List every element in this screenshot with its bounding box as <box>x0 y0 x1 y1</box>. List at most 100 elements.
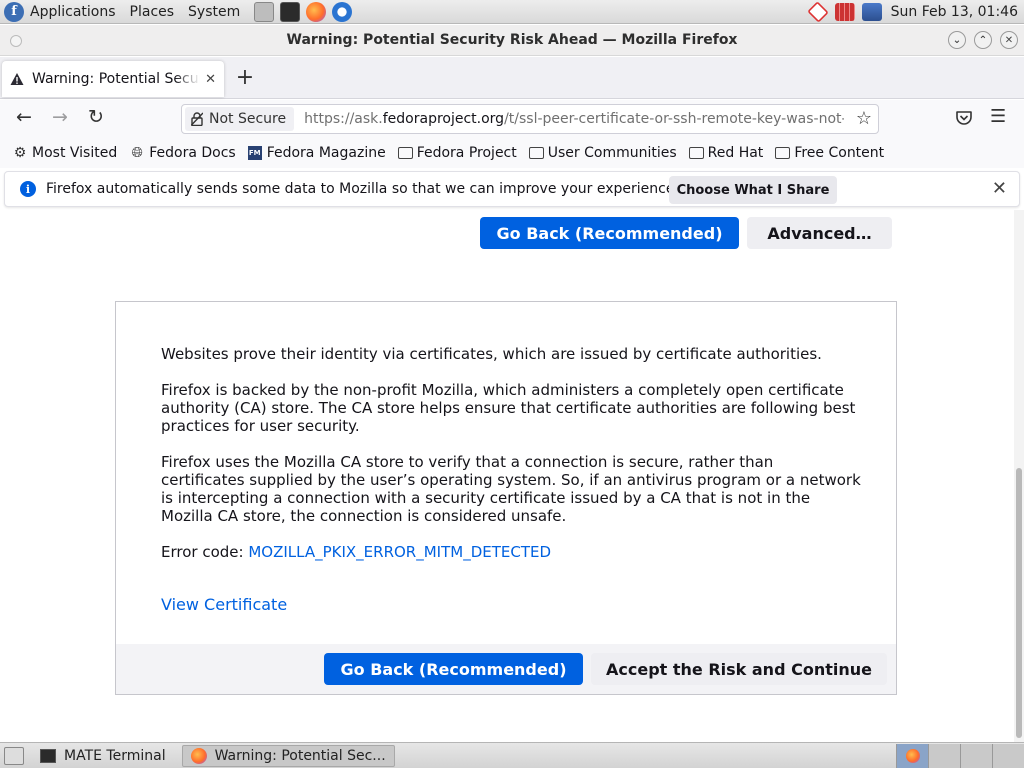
taskbar-item-firefox[interactable]: Warning: Potential Sec... <box>181 744 395 767</box>
taskbar-item-label: MATE Terminal <box>64 747 166 764</box>
terminal-launcher-icon[interactable] <box>280 1 301 22</box>
forward-arrow-icon[interactable]: → <box>46 106 74 128</box>
footer-go-back-button[interactable]: Go Back (Recommended) <box>324 653 583 685</box>
globe-icon: 🌐︎ <box>131 145 143 161</box>
new-tab-button[interactable]: + <box>234 65 256 90</box>
bookmark-label: User Communities <box>547 145 677 161</box>
top-panel: f Applications Places System Sun Feb 13,… <box>0 0 1024 24</box>
close-icon[interactable]: ✕ <box>992 178 1007 199</box>
explanation-paragraph: Firefox is backed by the non-profit Mozi… <box>161 381 856 435</box>
not-secure-label: Not Secure <box>209 111 287 127</box>
workspace-2[interactable] <box>928 744 960 768</box>
taskbar-item-terminal[interactable]: MATE Terminal <box>32 745 174 767</box>
choose-what-i-share-button[interactable]: Choose What I Share <box>669 176 837 204</box>
bookmark-label: Free Content <box>794 145 885 161</box>
bookmark-fedora-project[interactable]: Fedora Project <box>397 145 517 161</box>
advanced-button[interactable]: Advanced… <box>747 217 892 249</box>
url-path: /t/ssl-peer-certificate-or-ssh-remote-ke… <box>504 111 845 127</box>
page-content: Go Back (Recommended) Advanced… Websites… <box>0 210 1014 742</box>
workspace-4[interactable] <box>992 744 1024 768</box>
bookmark-most-visited[interactable]: ⚙ Most Visited <box>12 145 118 161</box>
tab-close-icon[interactable]: ✕ <box>205 72 216 87</box>
firefox-icon <box>190 747 207 764</box>
navigation-bar: ← → ↻ Not Secure https://ask.fedoraproje… <box>0 100 1024 138</box>
go-back-button[interactable]: Go Back (Recommended) <box>480 217 739 249</box>
bookmark-user-communities[interactable]: User Communities <box>528 145 677 161</box>
error-code-line: Error code: MOZILLA_PKIX_ERROR_MITM_DETE… <box>161 543 861 561</box>
window-controls: ⌄ ⌃ ✕ <box>948 31 1018 49</box>
fedora-magazine-icon: FM <box>247 146 262 160</box>
bottom-panel: MATE Terminal Warning: Potential Sec... <box>0 742 1024 768</box>
bookmark-red-hat[interactable]: Red Hat <box>688 145 764 161</box>
advanced-panel-footer: Go Back (Recommended) Accept the Risk an… <box>116 644 896 694</box>
file-manager-launcher-icon[interactable] <box>254 1 275 22</box>
bookmarks-toolbar: ⚙ Most Visited 🌐︎ Fedora Docs FM Fedora … <box>0 138 1024 168</box>
places-menu[interactable]: Places <box>130 4 175 20</box>
explanation-paragraph: Firefox uses the Mozilla CA store to ver… <box>161 453 861 525</box>
url-prefix: https://ask. <box>304 111 383 127</box>
system-tray: Sun Feb 13, 01:46 <box>806 0 1024 24</box>
back-arrow-icon[interactable]: ← <box>10 106 38 128</box>
error-code-label: Error code: <box>161 543 249 561</box>
lock-insecure-icon <box>190 112 204 127</box>
url-text[interactable]: https://ask.fedoraproject.org/t/ssl-peer… <box>304 111 844 127</box>
terminal-icon <box>40 748 56 763</box>
maximize-button[interactable]: ⌃ <box>974 31 992 49</box>
error-code-link[interactable]: MOZILLA_PKIX_ERROR_MITM_DETECTED <box>248 543 551 561</box>
bookmark-label: Red Hat <box>707 145 764 161</box>
workspace-3[interactable] <box>960 744 992 768</box>
folder-icon <box>528 147 544 159</box>
scrollbar-thumb[interactable] <box>1016 468 1022 738</box>
pocket-icon[interactable] <box>954 108 974 128</box>
show-desktop-icon[interactable] <box>4 746 24 765</box>
page-scrollbar[interactable] <box>1014 210 1024 742</box>
info-icon: i <box>20 181 36 197</box>
folder-icon <box>397 147 413 159</box>
update-notifier-icon[interactable] <box>806 1 829 23</box>
bookmark-label: Fedora Magazine <box>266 145 386 161</box>
applications-menu[interactable]: Applications <box>30 4 116 20</box>
bookmark-star-icon[interactable]: ☆ <box>856 108 872 129</box>
warning-icon <box>10 72 24 86</box>
minimize-button[interactable]: ⌄ <box>948 31 966 49</box>
window-title: Warning: Potential Security Risk Ahead —… <box>286 32 738 48</box>
bookmark-label: Most Visited <box>32 145 118 161</box>
accept-risk-button[interactable]: Accept the Risk and Continue <box>591 653 887 685</box>
window-menu-icon[interactable] <box>10 35 22 47</box>
bookmark-label: Fedora Project <box>416 145 517 161</box>
notification-text: Firefox automatically sends some data to… <box>46 181 679 197</box>
thunderbird-launcher-icon[interactable] <box>332 1 353 22</box>
hamburger-menu-icon[interactable]: ☰ <box>990 106 1006 127</box>
bookmark-fedora-docs[interactable]: 🌐︎ Fedora Docs <box>129 145 236 161</box>
close-button[interactable]: ✕ <box>1000 31 1018 49</box>
site-security-indicator[interactable]: Not Secure <box>185 107 295 131</box>
folder-icon <box>688 147 704 159</box>
window-titlebar[interactable]: Warning: Potential Security Risk Ahead —… <box>0 25 1024 56</box>
fedora-logo-icon[interactable]: f <box>4 1 24 22</box>
url-bar[interactable]: Not Secure https://ask.fedoraproject.org… <box>181 104 879 134</box>
advanced-panel-body: Websites prove their identity via certif… <box>161 345 861 579</box>
folder-icon <box>775 147 791 159</box>
telemetry-notification-bar: i Firefox automatically sends some data … <box>4 171 1020 207</box>
bookmark-free-content[interactable]: Free Content <box>775 145 884 161</box>
tab-strip: Warning: Potential Security Risk Ahead ✕… <box>0 57 1024 99</box>
keyboard-layout-icon[interactable] <box>834 3 855 21</box>
firefox-icon <box>905 749 920 763</box>
workspace-1[interactable] <box>896 744 928 768</box>
reload-icon[interactable]: ↻ <box>82 106 110 128</box>
view-certificate-link[interactable]: View Certificate <box>161 595 287 614</box>
workspace-switcher <box>896 744 1024 768</box>
bookmark-label: Fedora Docs <box>149 145 236 161</box>
explanation-paragraph: Websites prove their identity via certif… <box>161 345 822 363</box>
firefox-launcher-icon[interactable] <box>306 1 327 22</box>
bookmark-fedora-magazine[interactable]: FM Fedora Magazine <box>247 145 386 161</box>
system-menu[interactable]: System <box>188 4 240 20</box>
tab-warning[interactable]: Warning: Potential Security Risk Ahead ✕ <box>2 61 224 97</box>
network-icon[interactable] <box>861 3 882 21</box>
taskbar-item-label: Warning: Potential Sec... <box>214 747 386 764</box>
clock[interactable]: Sun Feb 13, 01:46 <box>891 4 1018 20</box>
url-host: fedoraproject.org <box>382 111 505 127</box>
advanced-panel: Websites prove their identity via certif… <box>115 301 897 695</box>
tab-title: Warning: Potential Security Risk Ahead <box>32 71 200 87</box>
gear-icon: ⚙ <box>13 145 27 161</box>
